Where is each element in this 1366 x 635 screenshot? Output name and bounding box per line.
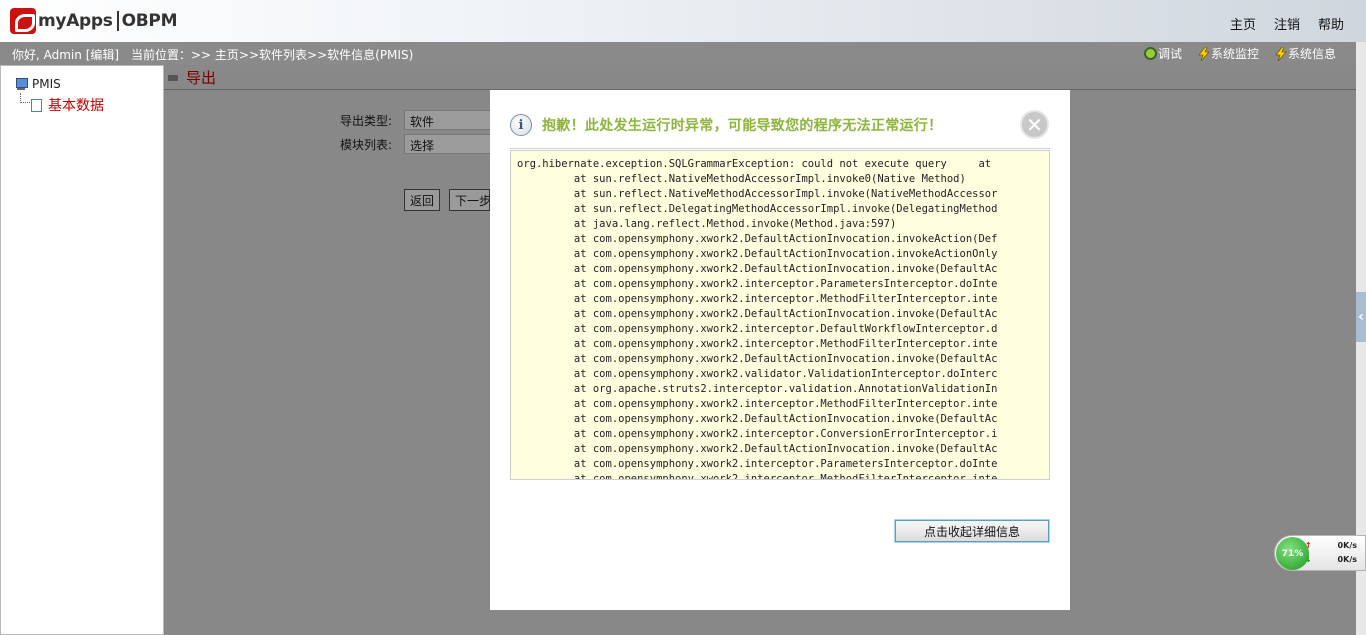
close-button[interactable]: ✕ [1020, 110, 1049, 139]
lightning-icon [1275, 46, 1287, 61]
trace-line: at com.opensymphony.xwork2.DefaultAction… [517, 233, 998, 245]
home-link[interactable]: 主页 [1230, 14, 1256, 33]
info-icon: i [510, 114, 532, 136]
trace-line: at com.opensymphony.xwork2.DefaultAction… [517, 308, 998, 320]
export-type-select[interactable]: 软件 [404, 110, 494, 130]
trace-line: at com.opensymphony.xwork2.DefaultAction… [517, 443, 998, 455]
trace-line: at com.opensymphony.xwork2.DefaultAction… [517, 263, 998, 275]
trace-line: at sun.reflect.NativeMethodAccessorImpl.… [517, 173, 966, 185]
tree-root-pmis[interactable]: PMIS [14, 77, 61, 91]
trace-line: at com.opensymphony.xwork2.DefaultAction… [517, 353, 998, 365]
trace-line: at com.opensymphony.xwork2.interceptor.D… [517, 323, 998, 335]
export-type-row: 导出类型: 软件 [340, 110, 494, 130]
network-speed-widget[interactable]: 71% ↑ 0K/s ↓ 0K/s [1274, 535, 1366, 571]
tree-root-label: PMIS [32, 77, 61, 91]
collapse-icon[interactable] [168, 74, 178, 81]
collapse-details-button[interactable]: 点击收起详细信息 [895, 520, 1049, 542]
user-greeting[interactable]: 你好, Admin [编辑] [12, 46, 119, 63]
trace-line: at org.apache.struts2.interceptor.valida… [517, 383, 998, 395]
close-icon: ✕ [1026, 112, 1043, 137]
trace-line: at com.opensymphony.xwork2.interceptor.M… [517, 293, 998, 305]
chevron-left-icon[interactable]: ‹ [1356, 292, 1366, 342]
trace-line: at com.opensymphony.xwork2.validator.Val… [517, 368, 998, 380]
logo-mark-icon [10, 8, 36, 34]
document-icon [31, 98, 42, 112]
trace-line: at java.lang.reflect.Method.invoke(Metho… [517, 218, 897, 230]
dialog-header: i 抱歉！此处发生运行时异常，可能导致您的程序无法正常运行！ [510, 114, 942, 136]
lightning-icon [1198, 46, 1210, 61]
arrow-down-icon: ↓ [1304, 555, 1312, 564]
navigation-tree: PMIS 基本数据 [0, 65, 164, 635]
module-list-row: 模块列表: 选择 [340, 134, 494, 154]
trace-line: org.hibernate.exception.SQLGrammarExcept… [517, 158, 992, 170]
page-title: 导出 [168, 67, 216, 88]
export-type-label: 导出类型: [340, 113, 393, 128]
trace-line: at com.opensymphony.xwork2.DefaultAction… [517, 248, 998, 260]
trace-line: at com.opensymphony.xwork2.interceptor.M… [517, 473, 998, 480]
help-link[interactable]: 帮助 [1318, 14, 1344, 33]
module-list-label: 模块列表: [340, 137, 393, 152]
debug-label: 调试 [1157, 47, 1182, 61]
download-speed: 0K/s [1337, 555, 1357, 564]
module-list-select[interactable]: 选择 [404, 134, 494, 154]
trace-line: at com.opensymphony.xwork2.interceptor.P… [517, 458, 998, 470]
dialog-title: 抱歉！此处发生运行时异常，可能导致您的程序无法正常运行！ [542, 118, 943, 134]
tree-item-basic-data[interactable]: 基本数据 [31, 95, 104, 115]
tree-item-label: 基本数据 [48, 98, 104, 114]
trace-line: at sun.reflect.NativeMethodAccessorImpl.… [517, 188, 998, 200]
trace-line: at sun.reflect.DelegatingMethodAccessorI… [517, 203, 998, 215]
logo-text: myApps [38, 11, 113, 31]
trace-line: at com.opensymphony.xwork2.interceptor.M… [517, 338, 998, 350]
logo-divider [116, 11, 119, 31]
debug-tool[interactable]: 调试 [1143, 45, 1182, 62]
logout-link[interactable]: 注销 [1274, 14, 1300, 33]
page-title-text: 导出 [186, 69, 217, 87]
status-bar: 你好, Admin [编辑] 当前位置：>> 主页>>软件列表>>软件信息(PM… [0, 42, 1356, 65]
breadcrumb: 当前位置：>> 主页>>软件列表>>软件信息(PMIS) [131, 48, 414, 62]
trace-line: at com.opensymphony.xwork2.interceptor.C… [517, 428, 998, 440]
system-monitor-tool[interactable]: 系统监控 [1198, 45, 1259, 62]
computer-icon [14, 77, 28, 91]
upload-speed: 0K/s [1337, 541, 1357, 550]
trace-line: at com.opensymphony.xwork2.DefaultAction… [517, 413, 998, 425]
back-button[interactable]: 返回 [404, 189, 441, 211]
system-monitor-label: 系统监控 [1210, 47, 1259, 61]
dialog-divider [510, 148, 1050, 149]
trace-line: at com.opensymphony.xwork2.interceptor.M… [517, 398, 998, 410]
logo-suffix: OBPM [121, 11, 178, 31]
system-info-label: 系统信息 [1287, 47, 1336, 61]
error-dialog: i 抱歉！此处发生运行时异常，可能导致您的程序无法正常运行！ ✕ org.hib… [490, 90, 1070, 610]
stack-trace-box[interactable]: org.hibernate.exception.SQLGrammarExcept… [510, 150, 1050, 480]
top-header: myApps OBPM 主页 注销 帮助 [0, 0, 1366, 42]
system-info-tool[interactable]: 系统信息 [1275, 45, 1336, 62]
download-speed-row: ↓ 0K/s [1305, 555, 1357, 564]
top-nav: 主页 注销 帮助 [1230, 14, 1344, 33]
trace-line: at com.opensymphony.xwork2.interceptor.P… [517, 278, 998, 290]
tree-connector [20, 93, 30, 103]
upload-speed-row: ↑ 0K/s [1305, 541, 1357, 550]
app-logo[interactable]: myApps OBPM [10, 6, 178, 36]
toolbar: 调试 系统监控 系统信息 [1143, 45, 1336, 62]
next-button[interactable]: 下一步 [449, 189, 490, 211]
arrow-up-icon: ↑ [1304, 541, 1312, 550]
bug-icon [1143, 47, 1157, 60]
